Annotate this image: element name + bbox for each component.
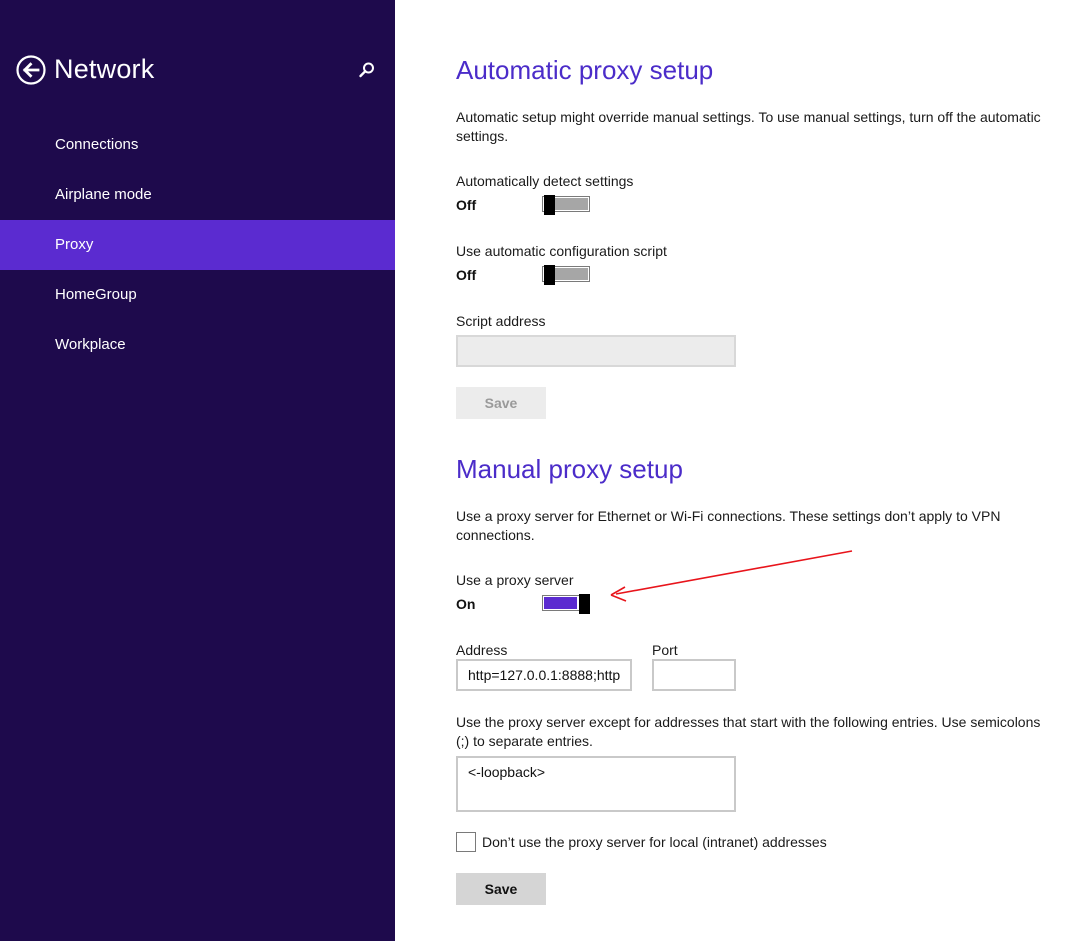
- search-icon[interactable]: [357, 60, 377, 80]
- exceptions-description: Use the proxy server except for addresse…: [456, 714, 1041, 749]
- exceptions-textarea[interactable]: [456, 756, 736, 812]
- toggle-thumb: [544, 265, 555, 285]
- toggle-thumb: [579, 594, 590, 614]
- port-input[interactable]: [652, 659, 736, 691]
- local-bypass-checkbox[interactable]: [456, 832, 476, 852]
- local-bypass-label: Don’t use the proxy server for local (in…: [482, 834, 827, 850]
- back-arrow-circle-icon[interactable]: [16, 55, 46, 85]
- auto-script-toggle[interactable]: [542, 265, 590, 285]
- sidebar-item-airplane-mode[interactable]: Airplane mode: [0, 170, 395, 220]
- sidebar-nav: Connections Airplane mode Proxy HomeGrou…: [0, 120, 395, 370]
- port-label: Port: [652, 642, 678, 658]
- auto-script-state: Off: [456, 267, 477, 283]
- sidebar-item-connections[interactable]: Connections: [0, 120, 395, 170]
- manual-proxy-description: Use a proxy server for Ethernet or Wi-Fi…: [456, 508, 1001, 543]
- sidebar-item-homegroup[interactable]: HomeGroup: [0, 270, 395, 320]
- script-address-label: Script address: [456, 313, 546, 329]
- use-proxy-state: On: [456, 596, 476, 612]
- address-input[interactable]: [456, 659, 632, 691]
- address-label: Address: [456, 642, 508, 658]
- toggle-thumb: [544, 195, 555, 215]
- auto-script-label: Use automatic configuration script: [456, 243, 667, 259]
- auto-save-button[interactable]: Save: [456, 387, 546, 419]
- sidebar-item-workplace[interactable]: Workplace: [0, 320, 395, 370]
- sidebar: Network Connections Airplane mode Proxy …: [0, 0, 395, 941]
- manual-proxy-heading: Manual proxy setup: [456, 454, 683, 484]
- automatic-proxy-heading: Automatic proxy setup: [456, 55, 714, 85]
- automatic-proxy-description: Automatic setup might override manual se…: [456, 109, 1041, 144]
- auto-detect-state: Off: [456, 197, 477, 213]
- script-address-input[interactable]: [456, 335, 736, 367]
- use-proxy-toggle[interactable]: [542, 594, 590, 614]
- manual-save-button[interactable]: Save: [456, 873, 546, 905]
- sidebar-item-proxy[interactable]: Proxy: [0, 220, 395, 270]
- auto-detect-toggle[interactable]: [542, 195, 590, 215]
- page-title: Network: [54, 54, 155, 84]
- auto-detect-label: Automatically detect settings: [456, 173, 634, 189]
- toggle-track: [544, 597, 577, 609]
- use-proxy-label: Use a proxy server: [456, 572, 574, 588]
- toggle-track: [555, 198, 588, 210]
- toggle-track: [555, 268, 588, 280]
